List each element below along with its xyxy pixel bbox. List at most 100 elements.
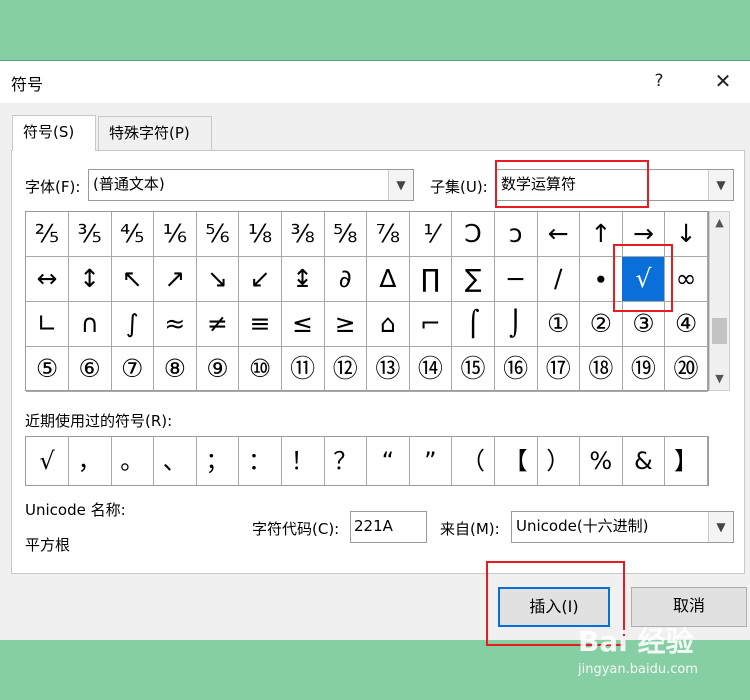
char-code-label: 字符代码(C): (252, 520, 340, 538)
symbol-cell[interactable]: ⌡ (494, 302, 538, 347)
scroll-thumb[interactable] (712, 318, 727, 344)
symbol-cell[interactable]: Ↄ (452, 212, 496, 257)
recent-symbol-cell[interactable]: 】 (665, 437, 708, 485)
from-label: 来自(M): (440, 520, 500, 538)
chevron-down-icon[interactable]: ▼ (388, 170, 413, 200)
symbol-cell[interactable]: ∑ (452, 257, 496, 302)
char-code-input[interactable]: 221A (350, 511, 427, 543)
symbol-cell[interactable]: ⅞ (366, 212, 410, 257)
font-select[interactable]: (普通文本) ▼ (88, 169, 414, 201)
unicode-name-value: 平方根 (25, 536, 71, 554)
symbol-cell[interactable]: ⑳ (665, 347, 709, 392)
symbol-cell[interactable]: ∂ (324, 257, 368, 302)
scroll-up-icon[interactable]: ▲ (710, 214, 729, 232)
symbol-cell[interactable]: ⑩ (239, 347, 283, 392)
symbol-cell[interactable]: ⌂ (366, 302, 410, 347)
recent-symbol-cell[interactable]: 【 (495, 437, 538, 485)
recent-symbol-cell[interactable]: ？ (324, 437, 368, 485)
symbol-cell[interactable]: ⌐ (409, 302, 453, 347)
recent-symbol-cell[interactable]: 。 (111, 437, 155, 485)
symbol-cell[interactable]: ⅖ (26, 212, 70, 257)
recent-symbol-cell[interactable]: & (622, 437, 666, 485)
chevron-down-icon[interactable]: ▼ (708, 512, 733, 542)
recent-symbol-cell[interactable]: √ (26, 437, 69, 485)
symbol-cell[interactable]: ⅝ (324, 212, 368, 257)
symbol-cell[interactable]: ≤ (281, 302, 325, 347)
symbol-cell[interactable]: ↄ (494, 212, 538, 257)
symbol-cell[interactable]: ⑨ (196, 347, 240, 392)
symbol-highlight-box (613, 244, 673, 312)
recent-symbol-cell[interactable]: （ (452, 437, 495, 485)
symbol-cell[interactable]: ↗ (153, 257, 197, 302)
symbol-cell[interactable]: ↙ (239, 257, 283, 302)
symbol-cell[interactable]: ⅛ (239, 212, 283, 257)
symbol-cell[interactable]: ← (537, 212, 581, 257)
recent-symbol-cell[interactable]: % (580, 437, 623, 485)
title-bar: 符号 ? ✕ (0, 61, 750, 103)
watermark-url: jingyan.baidu.com (578, 662, 698, 677)
help-button[interactable]: ? (645, 67, 673, 95)
from-value: Unicode(十六进制) (516, 517, 649, 535)
symbol-cell[interactable]: ⑫ (324, 347, 368, 392)
symbol-cell[interactable]: ⑭ (409, 347, 453, 392)
recent-symbol-cell[interactable]: ， (69, 437, 112, 485)
symbol-cell[interactable]: ∟ (26, 302, 70, 347)
recent-symbols: √，。、；：！？ “” （【）% &】 (25, 436, 709, 486)
recent-symbol-cell[interactable]: ： (239, 437, 282, 485)
recent-label: 近期使用过的符号(R): (25, 412, 173, 430)
close-icon[interactable]: ✕ (706, 67, 740, 95)
symbol-grid: ⅖ ⅗ ⅘ ⅙ ⅚ ⅛ ⅜ ⅝ ⅞ ⅟ Ↄↄ ← ↑ → ↓ ↔ ↕ ↖ ↗ ↘ ↙ ↨ ∂ ∆ ∏ ∑ − ∕ ∙ √ ∞ ∟ ∩ ∫ ≈ ≠ ≡ ≤ ≥… (25, 211, 709, 392)
symbol-cell[interactable]: ∫ (111, 302, 155, 347)
symbol-cell[interactable]: ⑯ (494, 347, 538, 392)
recent-symbol-cell[interactable]: “ (367, 437, 410, 485)
subset-label: 子集(U): (430, 178, 488, 196)
symbol-cell[interactable]: ∆ (366, 257, 410, 302)
from-select[interactable]: Unicode(十六进制) ▼ (511, 511, 734, 543)
symbol-cell[interactable]: ⑦ (111, 347, 155, 392)
scroll-down-icon[interactable]: ▼ (710, 370, 729, 388)
symbol-cell[interactable]: ⑲ (622, 347, 666, 392)
symbol-cell[interactable]: ① (537, 302, 581, 347)
symbol-cell[interactable]: ⑤ (26, 347, 70, 392)
symbol-cell[interactable]: ∏ (409, 257, 453, 302)
recent-symbol-cell[interactable]: ” (409, 437, 453, 485)
symbol-cell[interactable]: ∩ (68, 302, 112, 347)
symbol-cell[interactable]: ⑪ (281, 347, 325, 392)
symbol-cell[interactable]: ⅚ (196, 212, 240, 257)
symbol-cell[interactable]: ↕ (68, 257, 112, 302)
recent-symbol-cell[interactable]: 、 (154, 437, 197, 485)
recent-symbol-cell[interactable]: ； (196, 437, 240, 485)
symbol-cell[interactable]: ⅘ (111, 212, 155, 257)
symbol-cell[interactable]: ⑱ (579, 347, 623, 392)
tab-special-label: 特殊字符(P) (109, 124, 190, 142)
symbol-cell[interactable]: ↘ (196, 257, 240, 302)
tab-special-characters[interactable]: 特殊字符(P) (98, 116, 212, 150)
symbol-cell[interactable]: ⅜ (281, 212, 325, 257)
symbol-cell[interactable]: − (494, 257, 538, 302)
chevron-down-icon[interactable]: ▼ (708, 170, 733, 200)
unicode-name-label: Unicode 名称: (25, 501, 126, 519)
symbol-cell[interactable]: ∕ (537, 257, 581, 302)
symbol-cell[interactable]: ⑬ (366, 347, 410, 392)
symbol-cell[interactable]: ⅙ (153, 212, 197, 257)
symbol-cell[interactable]: ⑥ (68, 347, 112, 392)
symbol-cell[interactable]: ⌠ (452, 302, 496, 347)
tab-symbols-label: 符号(S) (23, 123, 75, 141)
symbol-cell[interactable]: ↨ (281, 257, 325, 302)
symbol-cell[interactable]: ↖ (111, 257, 155, 302)
symbol-cell[interactable]: ⑮ (452, 347, 496, 392)
tab-symbols[interactable]: 符号(S) (12, 115, 96, 151)
recent-symbol-cell[interactable]: ） (537, 437, 581, 485)
recent-symbol-cell[interactable]: ！ (282, 437, 325, 485)
symbol-grid-scrollbar[interactable]: ▲ ▼ (709, 211, 730, 391)
symbol-cell[interactable]: ⅗ (68, 212, 112, 257)
symbol-cell[interactable]: ≈ (153, 302, 197, 347)
symbol-cell[interactable]: ⅟ (409, 212, 453, 257)
font-value: (普通文本) (93, 175, 165, 193)
symbol-cell[interactable]: ⑰ (537, 347, 581, 392)
symbol-cell[interactable]: ↔ (26, 257, 70, 302)
symbol-cell[interactable]: ≡ (239, 302, 283, 347)
symbol-cell[interactable]: ≠ (196, 302, 240, 347)
symbol-cell[interactable]: ⑧ (153, 347, 197, 392)
symbol-cell[interactable]: ≥ (324, 302, 368, 347)
